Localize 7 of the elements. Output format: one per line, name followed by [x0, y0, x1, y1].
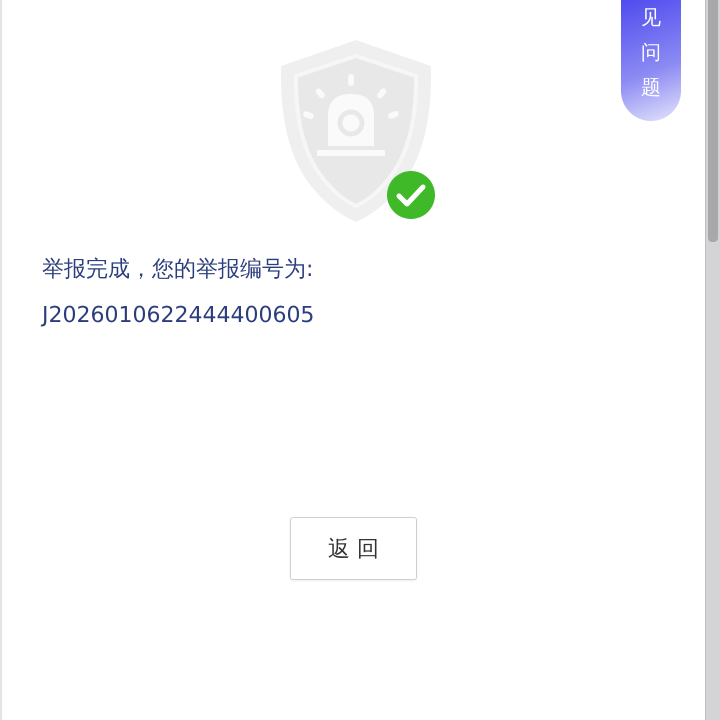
back-button[interactable]: 返 回 — [290, 517, 417, 580]
help-tab[interactable]: 见问题 — [621, 0, 681, 121]
scrollbar-thumb[interactable] — [708, 0, 718, 242]
result-message: 举报完成，您的举报编号为: — [42, 256, 314, 284]
report-number: J2026010622444400605 — [42, 302, 316, 330]
scrollbar[interactable] — [705, 0, 720, 720]
check-icon — [386, 170, 436, 220]
